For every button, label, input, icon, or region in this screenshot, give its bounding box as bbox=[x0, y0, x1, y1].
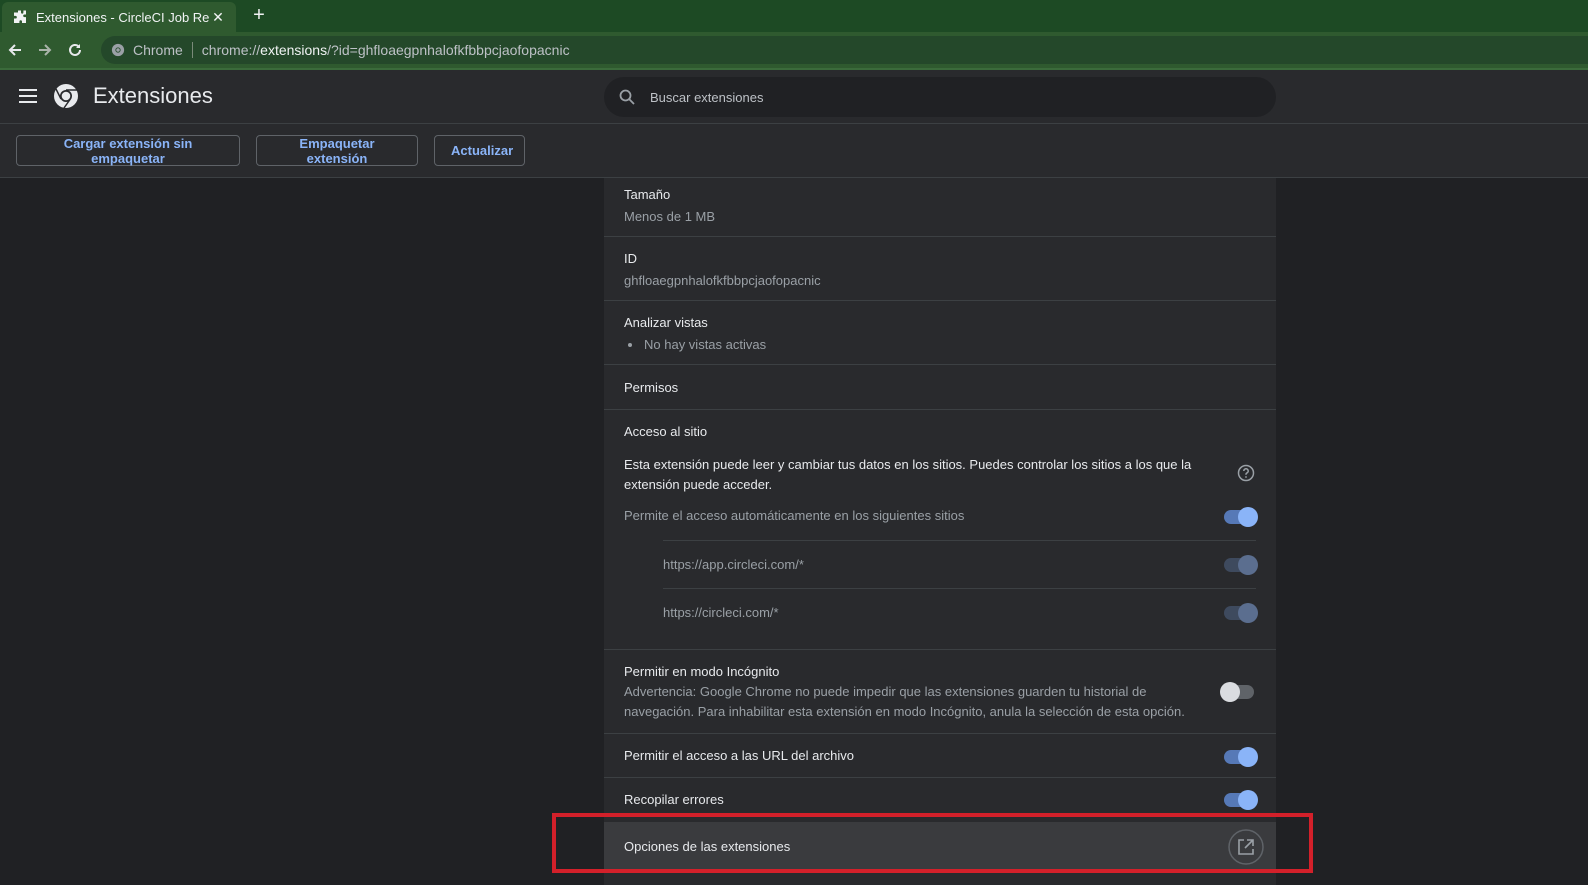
update-button[interactable]: Actualizar bbox=[434, 135, 525, 166]
reload-icon bbox=[69, 43, 81, 56]
extensions-header: Extensiones bbox=[0, 70, 1588, 124]
arrow-left-icon bbox=[8, 44, 21, 56]
id-row: ID ghfloaegpnhalofkfbbpcjaofopacnic bbox=[604, 237, 1276, 301]
url-scheme: chrome:// bbox=[201, 42, 261, 58]
site-row: https://app.circleci.com/* bbox=[663, 540, 1258, 588]
tab-strip: Extensiones - CircleCI Job Rerun ✕ + bbox=[0, 0, 1588, 32]
inspect-views-row: Analizar vistas No hay vistas activas bbox=[604, 301, 1276, 365]
search-icon bbox=[619, 89, 635, 105]
chrome-logo-icon bbox=[54, 84, 78, 109]
size-value: Menos de 1 MB bbox=[624, 209, 716, 224]
search-box[interactable] bbox=[604, 77, 1276, 117]
tab-extensions[interactable]: Extensiones - CircleCI Job Rerun ✕ bbox=[2, 2, 236, 32]
new-tab-button[interactable]: + bbox=[248, 4, 270, 26]
file-urls-title: Permitir el acceso a las URL del archivo bbox=[624, 748, 854, 763]
site-row: https://circleci.com/* bbox=[663, 588, 1258, 636]
site-toggle[interactable] bbox=[1224, 555, 1258, 575]
site-url: https://circleci.com/* bbox=[663, 605, 779, 620]
pack-extension-button[interactable]: Empaquetar extensión bbox=[256, 135, 418, 166]
hamburger-menu-icon[interactable] bbox=[18, 88, 38, 104]
site-access-description-line-2: extensión puede acceder. bbox=[624, 477, 773, 492]
tab-title: Extensiones - CircleCI Job Rerun bbox=[36, 9, 210, 25]
puzzle-icon bbox=[14, 10, 26, 23]
inspect-views-title: Analizar vistas bbox=[624, 315, 708, 330]
extension-detail-card: Tamaño Menos de 1 MB ID ghfloaegpnhalofk… bbox=[604, 178, 1276, 885]
size-row: Tamaño Menos de 1 MB bbox=[604, 178, 1276, 237]
toggle-knob bbox=[1238, 790, 1258, 810]
site-access-section: Acceso al sitio Esta extensión puede lee… bbox=[604, 410, 1276, 650]
inspect-views-item: No hay vistas activas bbox=[628, 337, 1276, 352]
url-host: extensions bbox=[260, 42, 328, 58]
permissions-title: Permisos bbox=[624, 380, 679, 395]
file-urls-row: Permitir el acceso a las URL del archivo bbox=[604, 734, 1276, 778]
auto-access-toggle[interactable] bbox=[1224, 507, 1258, 527]
toggle-knob bbox=[1238, 747, 1258, 767]
auto-access-label: Permite el acceso automáticamente en los… bbox=[624, 508, 965, 523]
size-title: Tamaño bbox=[624, 187, 671, 202]
arrow-right-icon bbox=[39, 44, 52, 56]
inspect-views-item-label: No hay vistas activas bbox=[644, 337, 767, 352]
incognito-description-line-1: Advertencia: Google Chrome no puede impe… bbox=[624, 684, 1147, 699]
permissions-row: Permisos bbox=[604, 365, 1276, 410]
incognito-description-line-2: navegación. Para inhabilitar esta extens… bbox=[624, 704, 1185, 719]
chrome-chip-label: Chrome bbox=[133, 42, 183, 58]
id-value: ghfloaegpnhalofkfbbpcjaofopacnic bbox=[624, 273, 821, 288]
close-tab-icon[interactable]: ✕ bbox=[210, 9, 226, 26]
file-urls-toggle[interactable] bbox=[1224, 747, 1258, 767]
site-toggle[interactable] bbox=[1224, 603, 1258, 623]
toggle-knob bbox=[1238, 507, 1258, 527]
address-bar[interactable]: Chrome chrome://extensions/?id=ghfloaegp… bbox=[101, 36, 1588, 64]
collect-errors-toggle[interactable] bbox=[1224, 790, 1258, 810]
url-path: /?id=ghfloaegpnhalofkfbbpcjaofopacnic bbox=[327, 42, 570, 58]
incognito-toggle[interactable] bbox=[1220, 682, 1254, 702]
back-button[interactable] bbox=[0, 35, 30, 65]
site-access-title: Acceso al sitio bbox=[624, 424, 708, 439]
bullet-dot bbox=[628, 342, 632, 347]
forward-button[interactable] bbox=[30, 35, 60, 65]
site-url: https://app.circleci.com/* bbox=[663, 557, 804, 572]
incognito-description: Advertencia: Google Chrome no puede impe… bbox=[624, 682, 1276, 722]
reload-button[interactable] bbox=[60, 35, 90, 65]
help-icon[interactable] bbox=[1237, 464, 1255, 482]
incognito-row: Permitir en modo Incógnito Advertencia: … bbox=[604, 650, 1276, 734]
id-title: ID bbox=[624, 251, 637, 266]
incognito-title: Permitir en modo Incógnito bbox=[624, 664, 780, 679]
toggle-knob bbox=[1238, 555, 1258, 575]
page-title: Extensiones bbox=[93, 83, 213, 108]
developer-toolbar: Cargar extensión sin empaquetar Empaquet… bbox=[0, 124, 1588, 178]
browser-toolbar: Chrome chrome://extensions/?id=ghfloaegp… bbox=[0, 32, 1588, 68]
search-input[interactable] bbox=[650, 89, 1210, 105]
toggle-knob bbox=[1238, 603, 1258, 623]
highlight-box bbox=[552, 813, 1313, 873]
toggle-knob bbox=[1220, 682, 1240, 702]
chrome-icon bbox=[111, 43, 125, 57]
collect-errors-title: Recopilar errores bbox=[624, 792, 724, 807]
chip-divider bbox=[191, 42, 193, 58]
site-access-description: Esta extensión puede leer y cambiar tus … bbox=[624, 455, 1276, 495]
load-unpacked-button[interactable]: Cargar extensión sin empaquetar bbox=[16, 135, 240, 166]
site-access-description-line-1: Esta extensión puede leer y cambiar tus … bbox=[624, 457, 1192, 472]
